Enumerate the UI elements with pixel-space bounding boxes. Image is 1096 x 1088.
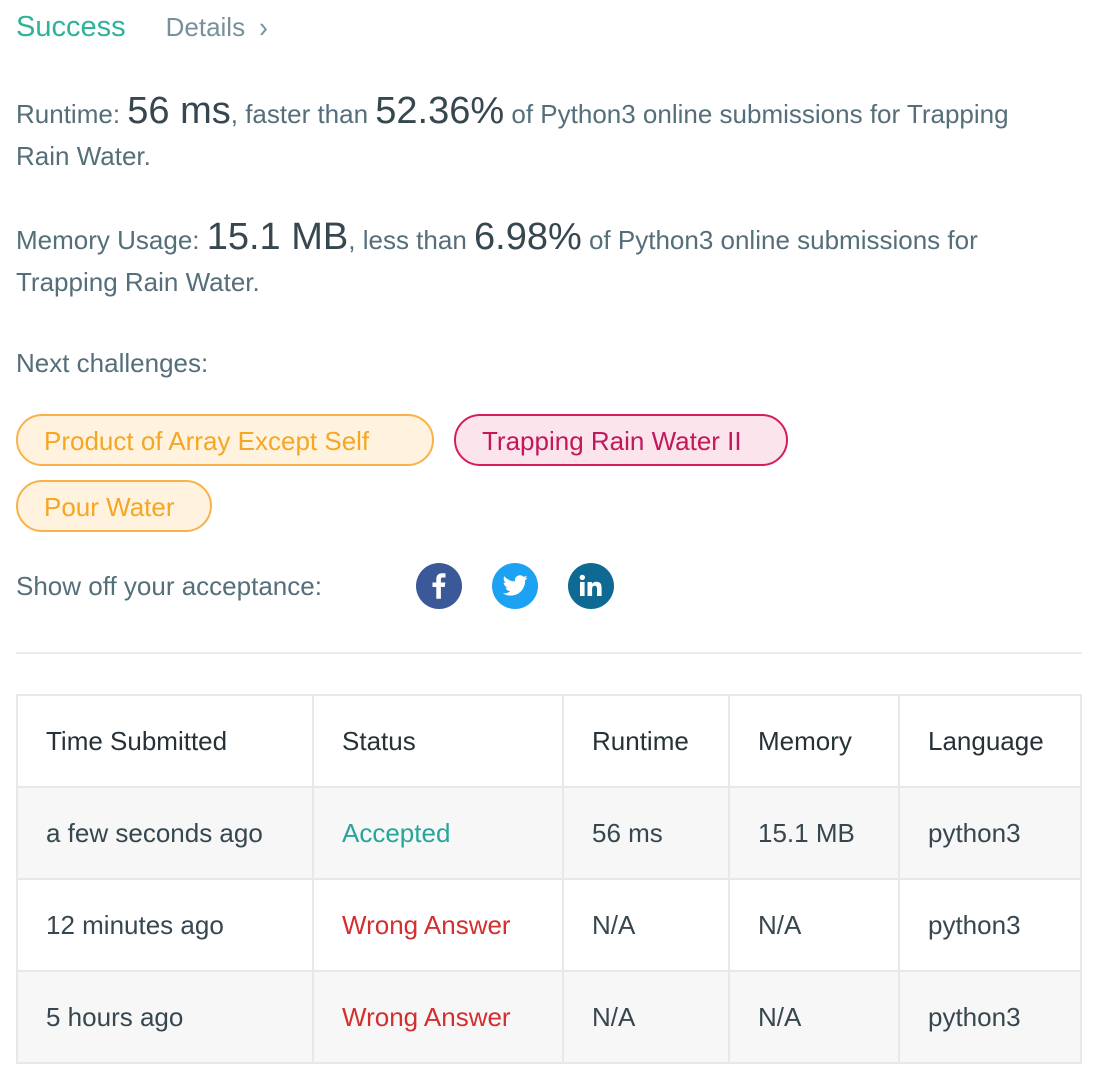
cell-runtime: N/A — [562, 970, 730, 1064]
result-status: Success — [16, 10, 126, 43]
memory-percent: 6.98% — [474, 216, 582, 258]
column-header-runtime[interactable]: Runtime — [562, 694, 730, 788]
table-row[interactable]: a few seconds ago Accepted 56 ms 15.1 MB… — [16, 786, 1082, 880]
submissions-table: Time Submitted Status Runtime Memory Lan… — [16, 694, 1082, 1064]
runtime-middle: , faster than — [230, 99, 376, 129]
details-label: Details — [165, 11, 246, 42]
column-header-time-submitted[interactable]: Time Submitted — [16, 694, 314, 788]
cell-time-submitted: a few seconds ago — [16, 786, 314, 880]
linkedin-icon[interactable] — [568, 563, 614, 609]
cell-status[interactable]: Wrong Answer — [312, 970, 564, 1064]
runtime-stat: Runtime: 56 ms, faster than 52.36% of Py… — [16, 90, 1056, 177]
challenge-pill[interactable]: Product of Array Except Self — [16, 414, 434, 466]
runtime-percent: 52.36% — [375, 90, 505, 132]
cell-runtime: 56 ms — [562, 786, 730, 880]
facebook-icon[interactable] — [416, 563, 462, 609]
memory-middle: , less than — [348, 225, 474, 255]
column-header-memory[interactable]: Memory — [728, 694, 900, 788]
twitter-icon[interactable] — [492, 563, 538, 609]
cell-status[interactable]: Accepted — [312, 786, 564, 880]
memory-value: 15.1 MB — [206, 216, 349, 258]
cell-runtime: N/A — [562, 878, 730, 972]
chevron-right-icon: › — [259, 9, 268, 43]
memory-prefix: Memory Usage: — [16, 225, 207, 255]
runtime-prefix: Runtime: — [16, 99, 128, 129]
cell-memory: 15.1 MB — [728, 786, 900, 880]
challenge-pill[interactable]: Trapping Rain Water II — [454, 414, 788, 466]
memory-stat: Memory Usage: 15.1 MB, less than 6.98% o… — [16, 216, 1056, 303]
column-header-language[interactable]: Language — [898, 694, 1082, 788]
cell-time-submitted: 12 minutes ago — [16, 878, 314, 972]
share-row: Show off your acceptance: — [16, 562, 644, 610]
next-challenges-label: Next challenges: — [16, 348, 209, 378]
column-header-status[interactable]: Status — [312, 694, 564, 788]
result-header: Success Details › — [16, 6, 268, 48]
runtime-value: 56 ms — [127, 90, 231, 132]
cell-status[interactable]: Wrong Answer — [312, 878, 564, 972]
share-label: Show off your acceptance: — [16, 570, 322, 601]
cell-language: python3 — [898, 786, 1082, 880]
cell-language: python3 — [898, 970, 1082, 1064]
cell-memory: N/A — [728, 878, 900, 972]
divider — [16, 652, 1082, 654]
cell-time-submitted: 5 hours ago — [16, 970, 314, 1064]
table-row[interactable]: 12 minutes ago Wrong Answer N/A N/A pyth… — [16, 878, 1082, 972]
details-link[interactable]: Details › — [165, 9, 268, 43]
challenge-pill[interactable]: Pour Water — [16, 480, 212, 532]
table-row[interactable]: 5 hours ago Wrong Answer N/A N/A python3 — [16, 970, 1082, 1064]
cell-memory: N/A — [728, 970, 900, 1064]
table-header-row: Time Submitted Status Runtime Memory Lan… — [16, 694, 1082, 788]
cell-language: python3 — [898, 878, 1082, 972]
